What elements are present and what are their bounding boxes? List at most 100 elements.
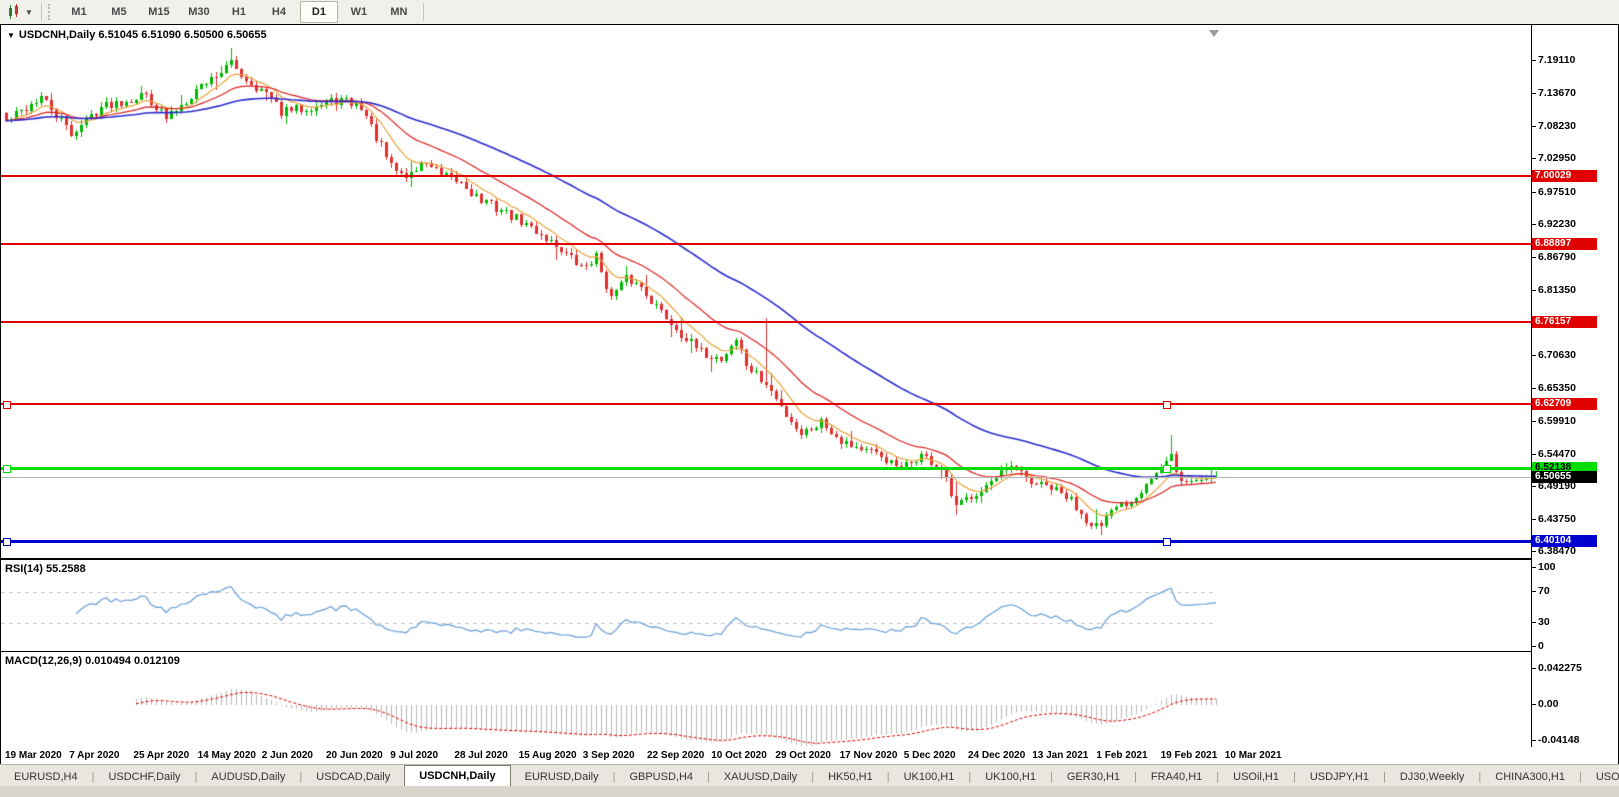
chart-type-icon[interactable] <box>6 4 24 20</box>
price-badge: 6.62709 <box>1532 398 1597 410</box>
macd-tick: -0.04148 <box>1531 733 1580 746</box>
rsi-tick: 0 <box>1532 640 1544 652</box>
price-tick: 6.43750 <box>1532 513 1576 525</box>
price-panel: ▼ USDCNH,Daily 6.51045 6.51090 6.50500 6.… <box>1 25 1531 559</box>
timeframe-mn[interactable]: MN <box>380 1 418 23</box>
date-label: 2 Jun 2020 <box>261 750 313 761</box>
chart-shift-marker-icon[interactable] <box>1209 30 1219 37</box>
timeframe-m1[interactable]: M1 <box>60 1 98 23</box>
price-tick: 7.02950 <box>1532 152 1576 164</box>
timeframe-h4[interactable]: H4 <box>260 1 298 23</box>
tab-usoil-h1[interactable]: USOil,H1 <box>1219 768 1293 787</box>
price-axis-separator <box>1531 25 1532 747</box>
tab-usdcnh-daily[interactable]: USDCNH,Daily <box>404 765 511 787</box>
hline-resistance-6.62709[interactable] <box>1 403 1531 405</box>
toolbar-grip-handle[interactable] <box>47 4 53 20</box>
tab-gbpusd-h4[interactable]: GBPUSD,H4 <box>615 768 707 787</box>
macd-canvas[interactable] <box>1 653 1531 747</box>
macd-label: MACD(12,26,9) 0.010494 0.012109 <box>5 655 180 667</box>
rsi-tick: 30 <box>1532 616 1550 629</box>
price-tick: 6.81350 <box>1532 284 1576 296</box>
toolbar-separator <box>422 3 424 21</box>
timeframe-d1[interactable]: D1 <box>299 1 338 23</box>
rsi-tick: 70 <box>1532 584 1550 597</box>
tab-eurusd-daily[interactable]: EURUSD,Daily <box>511 768 613 787</box>
price-badge: 6.50655 <box>1532 471 1597 483</box>
hline-resistance-6.76157[interactable] <box>1 321 1531 323</box>
bottom-strip <box>0 786 1619 797</box>
date-label: 10 Oct 2020 <box>711 750 767 761</box>
timeframe-m30[interactable]: M30 <box>180 1 218 23</box>
tab-uk100-h1[interactable]: UK100,H1 <box>971 768 1050 787</box>
price-tick: 7.08230 <box>1532 120 1576 132</box>
symbol-dropdown-icon[interactable]: ▼ <box>7 31 15 40</box>
price-tick: 7.19110 <box>1531 54 1576 66</box>
tab-eurusd-h4[interactable]: EURUSD,H4 <box>0 768 92 787</box>
price-badge: 7.00029 <box>1532 170 1597 182</box>
chart-window: ▼ USDCNH,Daily 6.51045 6.51090 6.50500 6.… <box>0 24 1619 766</box>
symbol-name: USDCNH,Daily <box>18 29 96 41</box>
date-label: 19 Feb 2021 <box>1160 750 1218 761</box>
line-handle <box>3 538 11 546</box>
hline-resistance-7.00029[interactable] <box>1 175 1531 177</box>
date-label: 28 Jul 2020 <box>454 750 508 761</box>
terminal-screen: ▼ M1 M5 M15 M30 H1 H4 D1 W1 MN ▼ USDCNH,Daily 6.5… <box>0 0 1619 797</box>
symbol-tab-bar: EURUSD,H4 | USDCHF,Daily | AUDUSD,Daily | USDC… <box>0 764 1619 787</box>
tab-audusd-daily[interactable]: AUDUSD,Daily <box>197 768 299 787</box>
rsi-label: RSI(14) 55.2588 <box>5 563 86 575</box>
tab-fra40-h1[interactable]: FRA40,H1 <box>1137 768 1216 787</box>
price-tick: 6.97510 <box>1532 186 1576 198</box>
date-label: 19 Mar 2020 <box>5 750 62 761</box>
chart-type-dropdown-icon[interactable]: ▼ <box>25 8 33 17</box>
rsi-canvas[interactable] <box>1 561 1531 650</box>
price-tick: 6.59910 <box>1532 415 1576 427</box>
macd-panel: MACD(12,26,9) 0.010494 0.012109 <box>1 651 1531 749</box>
timeframe-buttons: M1 M5 M15 M30 H1 H4 D1 W1 MN <box>59 1 419 23</box>
price-tick: 6.54470 <box>1532 448 1576 460</box>
tab-xauusd-daily[interactable]: XAUUSD,Daily <box>710 768 811 787</box>
price-tick: 6.65350 <box>1532 382 1576 394</box>
timeframe-m15[interactable]: M15 <box>140 1 178 23</box>
timeframe-w1[interactable]: W1 <box>340 1 378 23</box>
tab-ger30-h1[interactable]: GER30,H1 <box>1053 768 1134 787</box>
date-label: 7 Apr 2020 <box>69 750 120 761</box>
tab-china300-h1[interactable]: CHINA300,H1 <box>1481 768 1579 787</box>
line-handle <box>1163 465 1171 473</box>
date-label: 22 Sep 2020 <box>647 750 705 761</box>
tab-dj30-weekly[interactable]: DJ30,Weekly <box>1386 768 1479 787</box>
tab-hk50-h1[interactable]: HK50,H1 <box>814 768 887 787</box>
hline-current-price-6.50655[interactable] <box>1 477 1531 478</box>
price-tick: 6.92230 <box>1532 218 1576 230</box>
line-handle <box>1163 538 1171 546</box>
line-handle <box>1163 401 1171 409</box>
timeframe-m5[interactable]: M5 <box>100 1 138 23</box>
date-label: 17 Nov 2020 <box>839 750 898 761</box>
date-label: 14 May 2020 <box>197 750 256 761</box>
date-axis[interactable]: 19 Mar 2020 7 Apr 2020 25 Apr 2020 14 May 2… <box>1 748 1531 764</box>
line-handle <box>3 401 11 409</box>
price-tick: 7.13670 <box>1532 87 1576 99</box>
price-badge: 6.40104 <box>1532 535 1597 547</box>
hline-level-6.52138[interactable] <box>1 467 1531 470</box>
hline-support-6.40104[interactable] <box>1 540 1531 543</box>
date-label: 25 Apr 2020 <box>133 750 190 761</box>
price-badge: 6.76157 <box>1532 316 1597 328</box>
tab-usdjpy-h1[interactable]: USDJPY,H1 <box>1296 768 1383 787</box>
date-label: 29 Oct 2020 <box>775 750 831 761</box>
date-label: 10 Mar 2021 <box>1224 750 1282 761</box>
tab-usdchf-daily[interactable]: USDCHF,Daily <box>94 768 194 787</box>
tab-usdcad-daily[interactable]: USDCAD,Daily <box>302 768 404 787</box>
hline-resistance-6.88897[interactable] <box>1 243 1531 245</box>
price-tick: 6.86790 <box>1532 251 1576 263</box>
timeframe-h1[interactable]: H1 <box>220 1 258 23</box>
macd-tick: 0.042275 <box>1532 661 1582 674</box>
price-badge: 6.88897 <box>1532 238 1597 250</box>
line-handle <box>3 465 11 473</box>
macd-tick: 0.00 <box>1531 698 1559 710</box>
chart-title: ▼ USDCNH,Daily 6.51045 6.51090 6.50500 6.… <box>7 29 267 41</box>
ohlc-values: 6.51045 6.51090 6.50500 6.50655 <box>98 29 267 41</box>
tab-uk100-h1[interactable]: UK100,H1 <box>890 768 969 787</box>
tab-usoil-h4[interactable]: USOil,H4 <box>1582 768 1619 787</box>
date-label: 5 Dec 2020 <box>903 750 956 761</box>
date-label: 20 Jun 2020 <box>326 750 383 761</box>
